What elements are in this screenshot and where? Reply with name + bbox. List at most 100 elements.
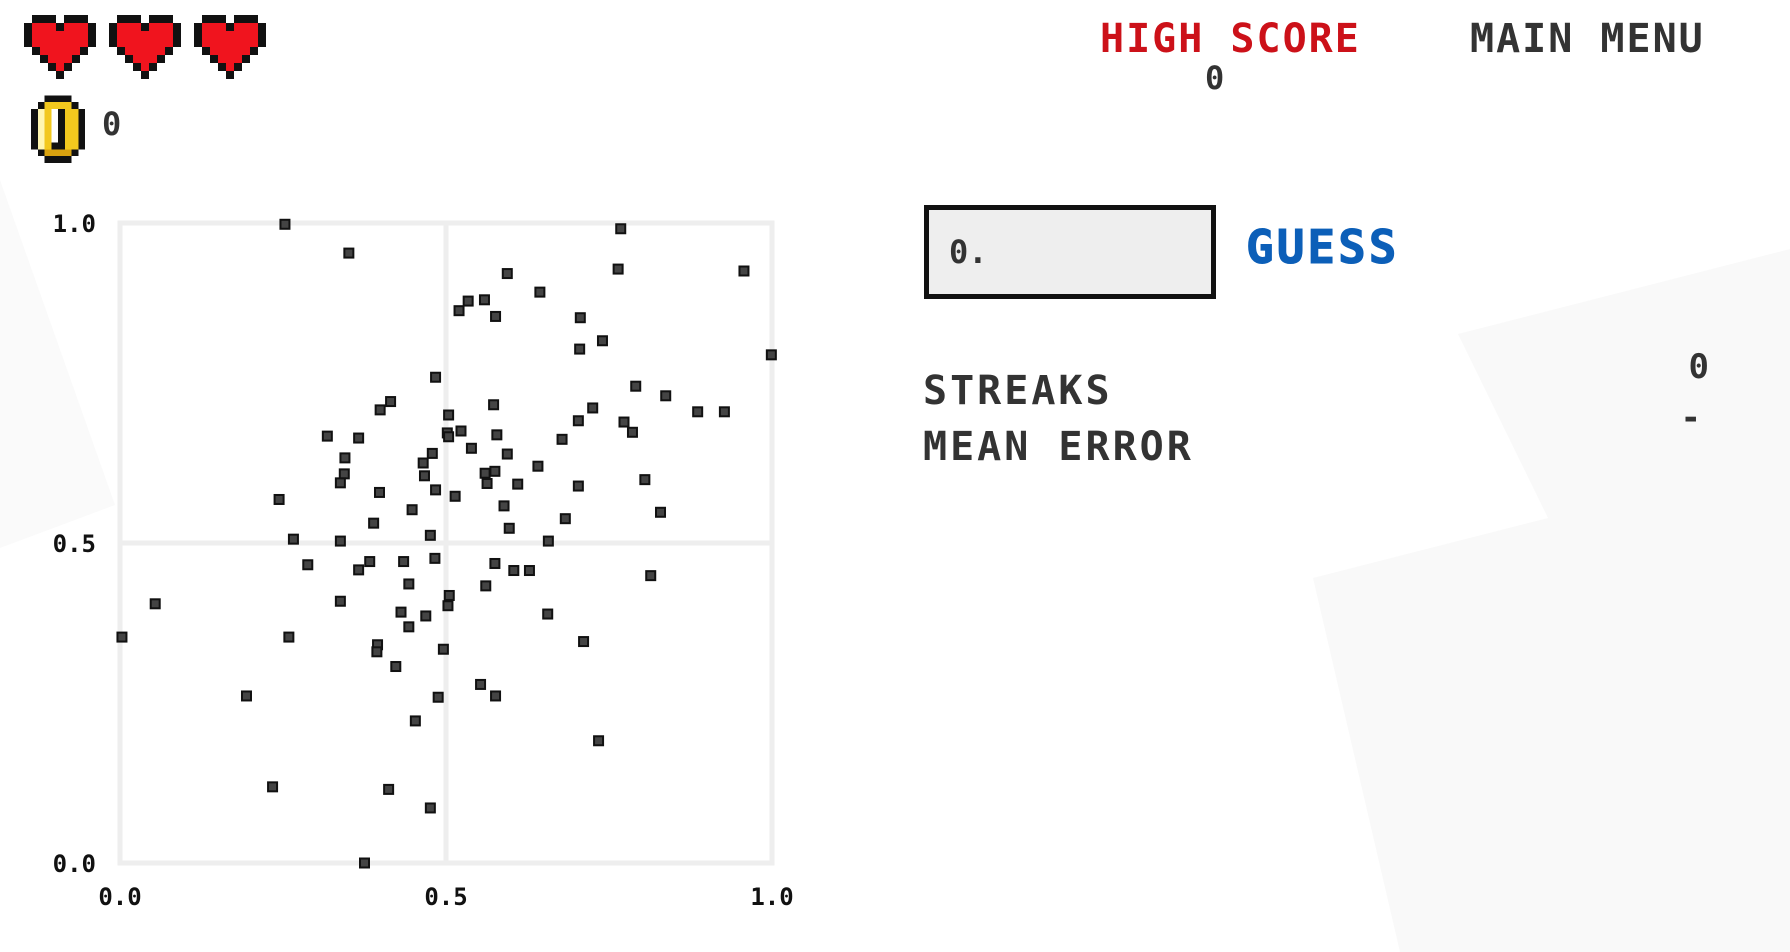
y-tick-label: 1.0 — [53, 210, 96, 238]
data-point — [655, 506, 667, 518]
data-point — [475, 678, 487, 690]
data-point — [149, 598, 161, 610]
data-point — [503, 522, 515, 534]
data-point — [334, 535, 346, 547]
data-point — [449, 490, 461, 502]
data-point — [596, 335, 608, 347]
y-tick-label: 0.5 — [53, 530, 96, 558]
data-point — [403, 621, 415, 633]
data-point — [645, 570, 657, 582]
data-point — [491, 429, 503, 441]
data-point — [501, 268, 513, 280]
guess-button[interactable]: GUESS — [1245, 222, 1399, 273]
data-point — [559, 513, 571, 525]
data-point — [490, 310, 502, 322]
data-point — [542, 608, 554, 620]
data-point — [453, 305, 465, 317]
x-tick-label: 0.0 — [98, 883, 141, 911]
data-point — [489, 465, 501, 477]
data-point — [498, 500, 510, 512]
background-shape-right — [1313, 249, 1790, 952]
main-menu-button[interactable]: MAIN MENU — [1470, 18, 1705, 60]
coin-icon — [31, 95, 85, 163]
data-point — [373, 486, 385, 498]
data-point — [508, 565, 520, 577]
data-point — [660, 390, 672, 402]
data-point — [116, 631, 128, 643]
streaks-value: 0 — [1688, 347, 1710, 387]
data-point — [418, 470, 430, 482]
data-point — [287, 533, 299, 545]
mean-error-label: MEAN ERROR — [923, 424, 1194, 470]
data-point — [420, 610, 432, 622]
data-point — [572, 480, 584, 492]
data-point — [455, 425, 467, 437]
data-point — [765, 349, 777, 361]
data-point — [334, 477, 346, 489]
data-point — [406, 504, 418, 516]
data-point — [593, 735, 605, 747]
data-point — [417, 457, 429, 469]
data-point — [371, 646, 383, 658]
data-point — [442, 600, 454, 612]
data-point — [353, 432, 365, 444]
data-point — [368, 517, 380, 529]
data-point — [283, 631, 295, 643]
data-point — [626, 426, 638, 438]
data-point — [443, 589, 455, 601]
data-point — [403, 578, 415, 590]
data-point — [267, 781, 279, 793]
high-score-value: 0 — [1205, 59, 1226, 97]
data-point — [489, 557, 501, 569]
data-point — [532, 460, 544, 472]
data-point — [364, 556, 376, 568]
data-point — [390, 661, 402, 673]
data-point — [542, 535, 554, 547]
data-point — [501, 448, 513, 460]
data-point — [279, 218, 291, 230]
data-point — [443, 409, 455, 421]
data-point — [302, 559, 314, 571]
data-point — [639, 474, 651, 486]
data-point — [556, 433, 568, 445]
data-point — [432, 691, 444, 703]
data-point — [429, 552, 441, 564]
data-point — [612, 263, 624, 275]
data-point — [443, 431, 455, 443]
data-point — [273, 493, 285, 505]
heart-icon — [109, 15, 181, 79]
data-point — [385, 396, 397, 408]
axis-ticks: 0.0 0.5 1.0 0.0 0.5 1.0 — [53, 210, 794, 911]
data-point — [430, 484, 442, 496]
data-point — [395, 606, 407, 618]
data-point — [240, 690, 252, 702]
mean-error-value: - — [1680, 398, 1702, 438]
high-score-label[interactable]: HIGH SCORE — [1100, 18, 1361, 60]
streaks-label: STREAKS — [923, 368, 1113, 414]
data-point — [578, 636, 590, 648]
data-point — [572, 415, 584, 427]
data-point — [430, 371, 442, 383]
data-point — [718, 406, 730, 418]
data-point — [398, 556, 410, 568]
data-point — [512, 478, 524, 490]
coin-count: 0 — [102, 105, 123, 143]
data-point — [353, 564, 365, 576]
data-point — [481, 477, 493, 489]
plot-grid — [117, 220, 775, 866]
data-point — [523, 565, 535, 577]
data-point — [574, 343, 586, 355]
data-point — [424, 802, 436, 814]
data-point — [479, 467, 491, 479]
guess-input[interactable] — [924, 205, 1216, 299]
y-tick-label: 0.0 — [53, 850, 96, 878]
x-tick-label: 0.5 — [424, 883, 467, 911]
data-point — [334, 595, 346, 607]
data-point — [383, 783, 395, 795]
data-point — [321, 430, 333, 442]
data-point — [692, 406, 704, 418]
data-point — [437, 643, 449, 655]
data-point — [338, 468, 350, 480]
data-point — [618, 416, 630, 428]
data-point — [478, 294, 490, 306]
